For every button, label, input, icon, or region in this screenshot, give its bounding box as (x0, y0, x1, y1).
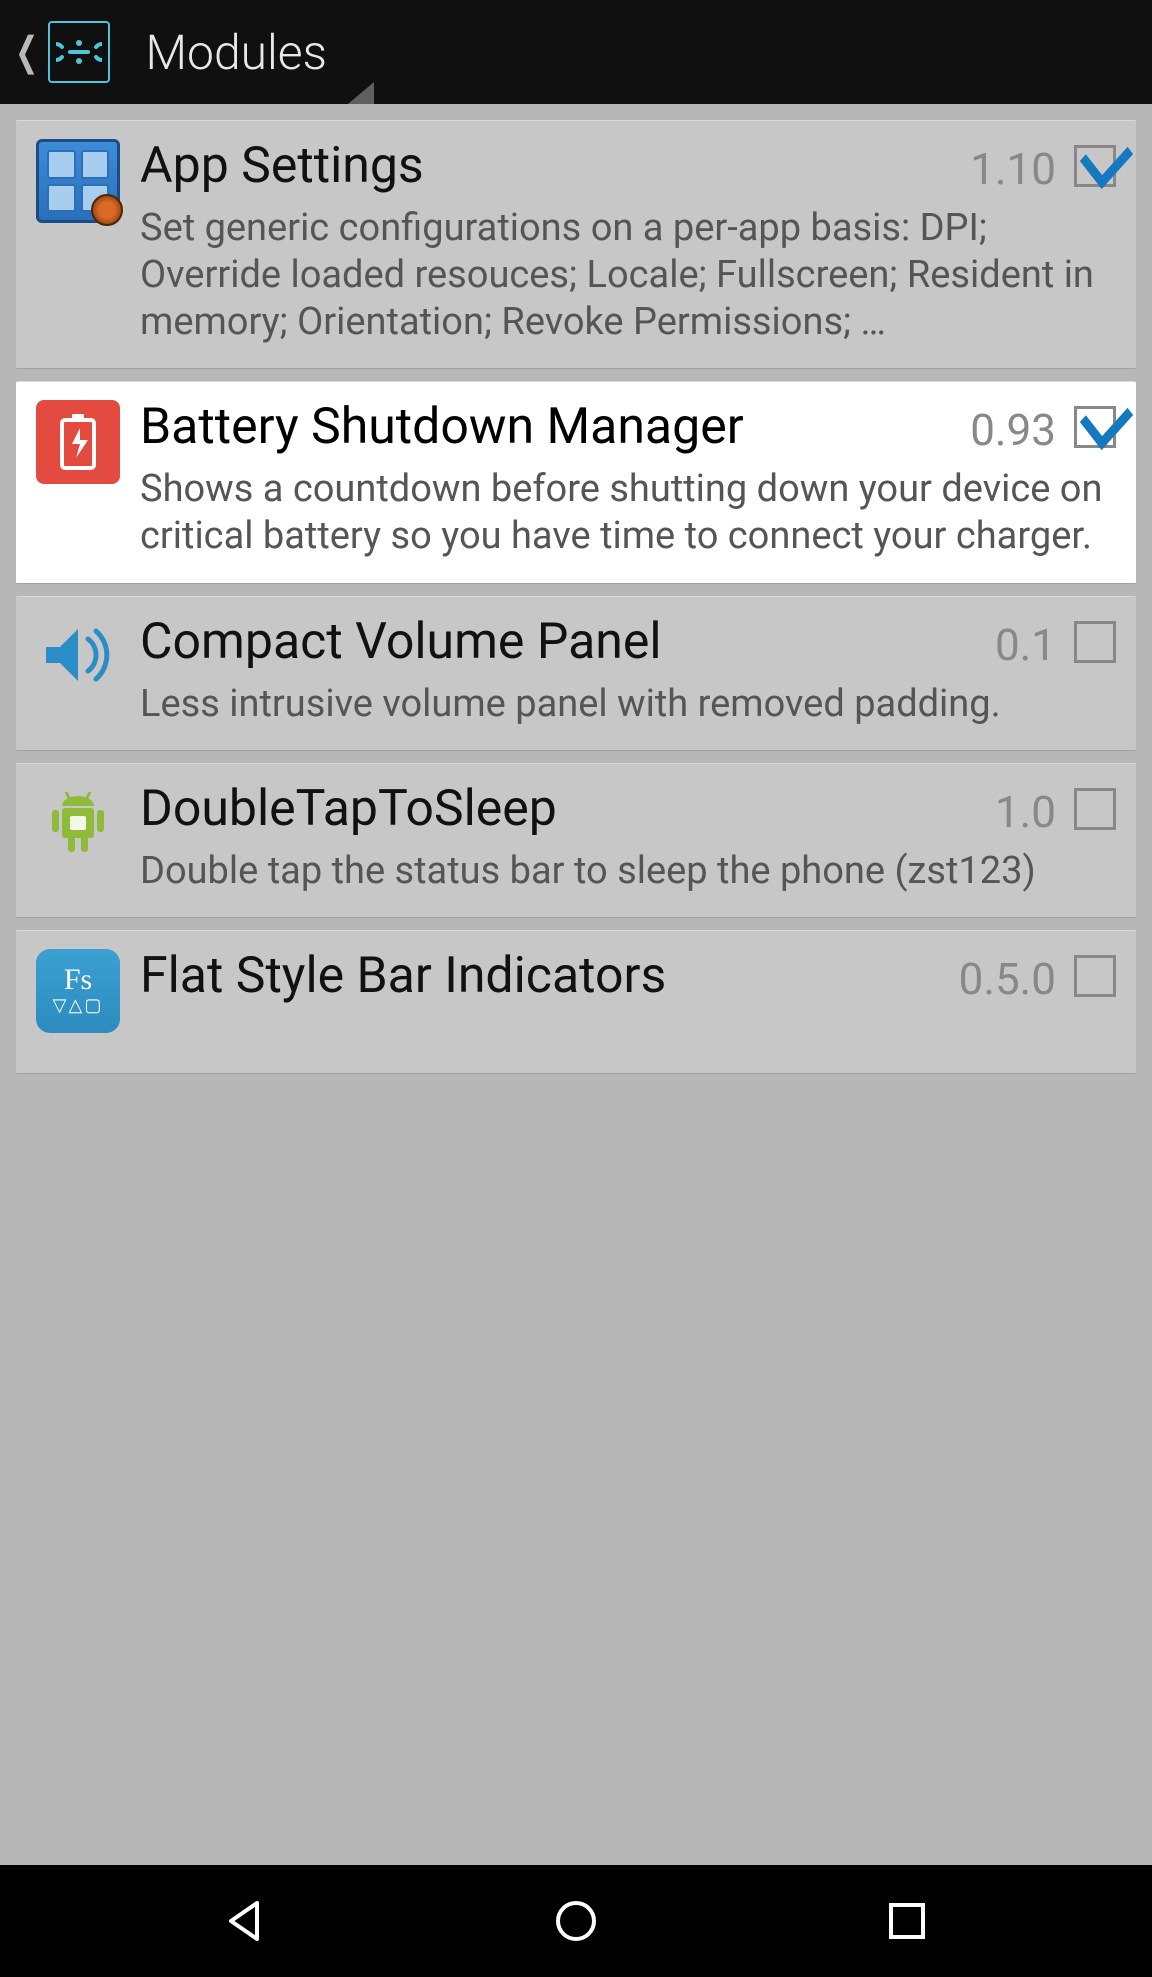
grid-gear-icon (36, 139, 120, 223)
module-row-compact-volume[interactable]: Compact Volume Panel 0.1 Less intrusive … (16, 596, 1136, 751)
module-title: DoubleTapToSleep (140, 782, 977, 837)
module-row-battery-shutdown[interactable]: Battery Shutdown Manager 0.93 Shows a co… (16, 381, 1136, 583)
module-icon (36, 139, 120, 223)
module-icon (36, 615, 120, 699)
nav-home-button[interactable] (544, 1889, 608, 1953)
module-icon (36, 782, 120, 866)
module-body: App Settings 1.10 Set generic configurat… (140, 139, 1116, 346)
module-version: 1.0 (995, 782, 1056, 838)
module-description: Double tap the status bar to sleep the p… (140, 848, 1116, 895)
module-body: Flat Style Bar Indicators 0.5.0 (140, 949, 1116, 1005)
module-version: 0.5.0 (959, 949, 1056, 1005)
module-description: Less intrusive volume panel with removed… (140, 681, 1116, 728)
action-bar: ❮ Modules (0, 0, 1152, 104)
module-enable-checkbox[interactable] (1074, 145, 1116, 187)
android-icon (42, 786, 114, 862)
module-body: Battery Shutdown Manager 0.93 Shows a co… (140, 400, 1116, 560)
module-title: Compact Volume Panel (140, 615, 977, 670)
module-description: Set generic configurations on a per-app … (140, 205, 1116, 346)
nav-recent-button[interactable] (875, 1889, 939, 1953)
module-enable-checkbox[interactable] (1074, 955, 1116, 997)
module-title: Flat Style Bar Indicators (140, 949, 941, 1004)
battery-icon (36, 400, 120, 484)
module-row-doubletap[interactable]: DoubleTapToSleep 1.0 Double tap the stat… (16, 763, 1136, 918)
module-description: Shows a countdown before shutting down y… (140, 466, 1116, 560)
modules-list: App Settings 1.10 Set generic configurat… (0, 104, 1152, 1865)
back-button[interactable]: ❮ (10, 21, 110, 83)
spinner-dropdown-icon[interactable] (348, 82, 374, 104)
module-enable-checkbox[interactable] (1074, 621, 1116, 663)
module-title: Battery Shutdown Manager (140, 400, 952, 455)
module-enable-checkbox[interactable] (1074, 788, 1116, 830)
module-body: DoubleTapToSleep 1.0 Double tap the stat… (140, 782, 1116, 895)
nav-back-button[interactable] (213, 1889, 277, 1953)
module-row-flat-style[interactable]: Fs ▽△▢ Flat Style Bar Indicators 0.5.0 (16, 930, 1136, 1074)
module-body: Compact Volume Panel 0.1 Less intrusive … (140, 615, 1116, 728)
module-title: App Settings (140, 139, 952, 194)
module-version: 1.10 (970, 139, 1056, 195)
module-version: 0.93 (970, 400, 1056, 456)
chevron-left-icon: ❮ (15, 32, 38, 72)
fs-icon: Fs ▽△▢ (36, 949, 120, 1033)
xposed-app-icon (48, 21, 110, 83)
module-version: 0.1 (995, 615, 1056, 671)
module-enable-checkbox[interactable] (1074, 406, 1116, 448)
module-icon: Fs ▽△▢ (36, 949, 120, 1033)
navigation-bar (0, 1865, 1152, 1977)
volume-icon (36, 613, 120, 701)
module-row-app-settings[interactable]: App Settings 1.10 Set generic configurat… (16, 120, 1136, 369)
page-title[interactable]: Modules (146, 24, 327, 81)
module-icon (36, 400, 120, 484)
